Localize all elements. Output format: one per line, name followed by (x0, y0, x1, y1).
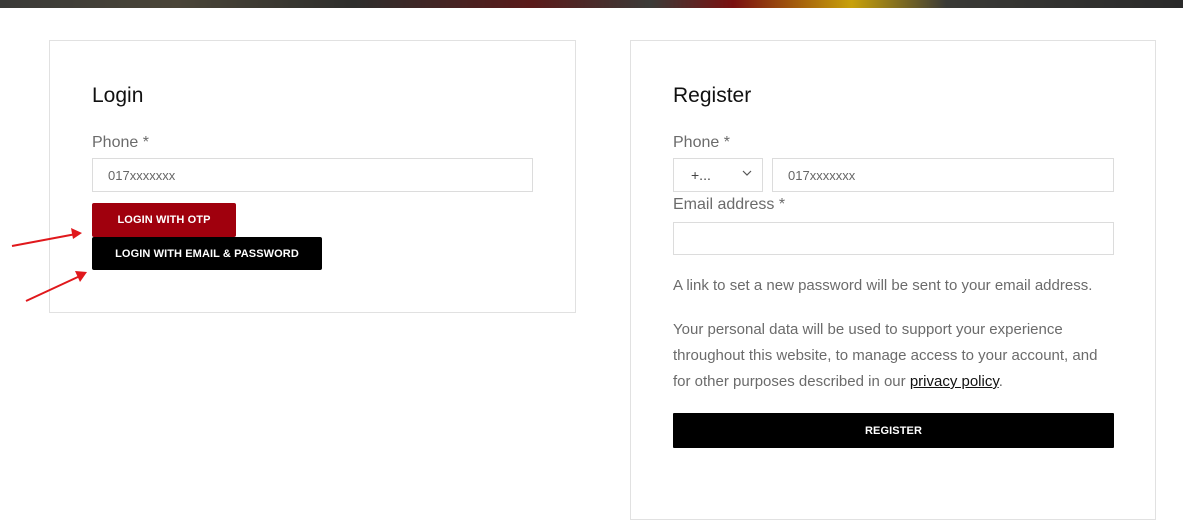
password-note: A link to set a new password will be sen… (673, 277, 1093, 294)
register-email-input[interactable] (673, 222, 1114, 255)
register-email-label: Email address * (673, 196, 786, 213)
red-arrow-icon (11, 228, 82, 247)
privacy-text-before: Your personal data will be used to suppo… (673, 321, 1098, 390)
login-with-email-button[interactable]: LOGIN WITH EMAIL & PASSWORD (92, 237, 322, 270)
register-panel: Register Phone * +... Email address * A … (630, 40, 1156, 520)
register-title: Register (673, 84, 752, 107)
red-arrow-icon (25, 271, 87, 302)
login-title: Login (92, 84, 144, 107)
register-button[interactable]: REGISTER (673, 413, 1114, 448)
login-panel: Login Phone * LOGIN WITH OTP LOGIN WITH … (49, 40, 576, 313)
country-code-select[interactable]: +... (673, 158, 763, 192)
country-code-value: +... (691, 167, 711, 183)
privacy-notice: Your personal data will be used to suppo… (673, 317, 1118, 395)
register-phone-label: Phone * (673, 134, 730, 151)
chevron-down-icon (742, 170, 752, 176)
hero-banner-strip (0, 0, 1183, 8)
privacy-text-after: . (998, 373, 1003, 390)
login-phone-label: Phone * (92, 134, 149, 151)
login-phone-input[interactable] (92, 158, 533, 192)
privacy-policy-link[interactable]: privacy policy (910, 373, 999, 390)
register-phone-input[interactable] (772, 158, 1114, 192)
login-with-otp-button[interactable]: LOGIN WITH OTP (92, 203, 236, 237)
